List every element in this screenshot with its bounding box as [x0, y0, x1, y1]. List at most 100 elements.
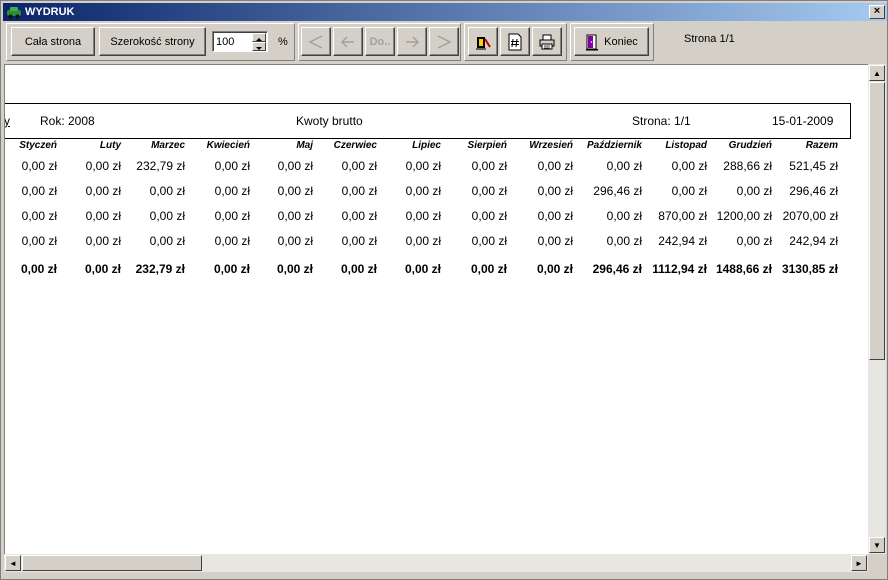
scroll-down-button[interactable]: ▼: [869, 537, 885, 553]
table-cell: 0,00 zł: [149, 209, 185, 223]
table-cell: 0,00 zł: [21, 184, 57, 198]
table-cell: 0,00 zł: [149, 184, 185, 198]
printer-setup-icon: [476, 36, 491, 50]
first-page-button[interactable]: [301, 27, 331, 56]
table-cell: 0,00 zł: [277, 209, 313, 223]
column-header: Październik: [586, 140, 642, 151]
page-width-button[interactable]: Szerokość strony: [99, 27, 206, 56]
table-cell: 242,94 zł: [658, 234, 707, 248]
table-cell: 0,00 zł: [149, 234, 185, 248]
scroll-left-button[interactable]: ◄: [5, 555, 21, 571]
column-header: Razem: [805, 140, 838, 151]
next-page-button[interactable]: [397, 27, 427, 56]
page-hash-icon: [508, 33, 522, 50]
page-numbering-button[interactable]: [500, 27, 530, 56]
arrow-down-icon: [256, 47, 262, 50]
column-header: Czerwiec: [333, 140, 377, 151]
report-header-left-fragment: y: [4, 114, 10, 128]
page-status: Strona 1/1: [684, 33, 735, 45]
table-cell: 0,00 zł: [537, 184, 573, 198]
table-cell: 0,00 zł: [671, 159, 707, 173]
scrollbar-corner: [868, 554, 886, 572]
table-cell: 0,00 zł: [606, 159, 642, 173]
zoom-field: [212, 31, 268, 52]
table-cell: 0,00 zł: [537, 234, 573, 248]
column-header: Marzec: [151, 140, 185, 151]
table-cell: 0,00 zł: [214, 209, 250, 223]
table-cell: 0,00 zł: [85, 184, 121, 198]
scroll-up-button[interactable]: ▲: [869, 65, 885, 81]
table-cell: 0,00 zł: [21, 159, 57, 173]
horizontal-scroll-thumb[interactable]: [22, 555, 202, 571]
column-header: Listopad: [665, 140, 707, 151]
last-page-button[interactable]: [429, 27, 459, 56]
table-cell: 242,94 zł: [789, 234, 838, 248]
table-cell: 870,00 zł: [658, 209, 707, 223]
table-cell: 0,00 zł: [341, 209, 377, 223]
total-cell: 232,79 zł: [135, 262, 185, 276]
vertical-scrollbar[interactable]: ▲ ▼: [868, 64, 886, 554]
close-preview-label: Koniec: [604, 35, 638, 48]
whole-page-button[interactable]: Cała strona: [11, 27, 95, 56]
total-cell: 0,00 zł: [213, 262, 250, 276]
vertical-scroll-thumb[interactable]: [869, 82, 885, 360]
table-cell: 232,79 zł: [136, 159, 185, 173]
print-preview-window: WYDRUK × Cała strona Szerokość strony % …: [0, 0, 888, 580]
arrow-left-icon: [340, 35, 354, 48]
report-preview-area[interactable]: y Rok: 2008 Kwoty brutto Strona: 1/1 15-…: [4, 64, 868, 554]
total-cell: 1112,94 zł: [652, 262, 707, 276]
table-cell: 0,00 zł: [21, 209, 57, 223]
table-cell: 296,46 zł: [593, 184, 642, 198]
table-cell: 0,00 zł: [85, 209, 121, 223]
table-cell: 0,00 zł: [341, 184, 377, 198]
column-header: Wrzesień: [529, 140, 573, 151]
exit-door-icon: [586, 34, 599, 50]
last-page-icon: [437, 34, 452, 49]
column-header: Styczeń: [19, 140, 57, 151]
table-cell: 0,00 zł: [471, 159, 507, 173]
table-cell: 1200,00 zł: [716, 209, 772, 223]
table-cell: 0,00 zł: [405, 184, 441, 198]
total-cell: 1488,66 zł: [715, 262, 772, 276]
printer-icon: [539, 34, 555, 49]
column-header: Maj: [296, 140, 313, 151]
column-header: Kwiecień: [206, 140, 250, 151]
title-bar[interactable]: WYDRUK ×: [3, 3, 887, 21]
table-cell: 0,00 zł: [537, 159, 573, 173]
close-preview-button[interactable]: Koniec: [574, 27, 649, 56]
table-cell: 0,00 zł: [341, 234, 377, 248]
zoom-input[interactable]: [216, 35, 252, 49]
column-header: Luty: [99, 140, 121, 151]
arrow-right-icon: [406, 35, 420, 48]
table-cell: 296,46 zł: [789, 184, 838, 198]
toolbar: Cała strona Szerokość strony % Do..: [3, 22, 887, 62]
total-cell: 296,46 zł: [592, 262, 642, 276]
table-cell: 0,00 zł: [606, 209, 642, 223]
zoom-spin-down-button[interactable]: [252, 42, 266, 51]
table-cell: 0,00 zł: [214, 234, 250, 248]
report-amount-type: Kwoty brutto: [296, 114, 363, 128]
table-cell: 0,00 zł: [277, 184, 313, 198]
total-cell: 0,00 zł: [470, 262, 507, 276]
print-button[interactable]: [532, 27, 562, 56]
table-cell: 0,00 zł: [736, 184, 772, 198]
scroll-right-button[interactable]: ►: [851, 555, 867, 571]
report-page: Strona: 1/1: [632, 114, 691, 128]
window-title: WYDRUK: [25, 6, 75, 18]
table-cell: 0,00 zł: [471, 184, 507, 198]
close-button[interactable]: ×: [869, 5, 885, 19]
previous-page-button[interactable]: [333, 27, 363, 56]
zoom-spin-up-button[interactable]: [252, 33, 266, 42]
table-cell: 2070,00 zł: [782, 209, 838, 223]
goto-page-button[interactable]: Do..: [365, 27, 395, 56]
table-cell: 0,00 zł: [85, 159, 121, 173]
column-header: Lipiec: [412, 140, 441, 151]
table-cell: 0,00 zł: [471, 209, 507, 223]
table-cell: 0,00 zł: [85, 234, 121, 248]
printer-setup-button[interactable]: [468, 27, 498, 56]
horizontal-scrollbar[interactable]: ◄ ►: [4, 554, 868, 572]
report-date: 15-01-2009: [772, 114, 834, 128]
report-header: y Rok: 2008 Kwoty brutto Strona: 1/1 15-…: [4, 103, 851, 139]
table-cell: 0,00 zł: [21, 234, 57, 248]
car-app-icon: [7, 7, 21, 19]
